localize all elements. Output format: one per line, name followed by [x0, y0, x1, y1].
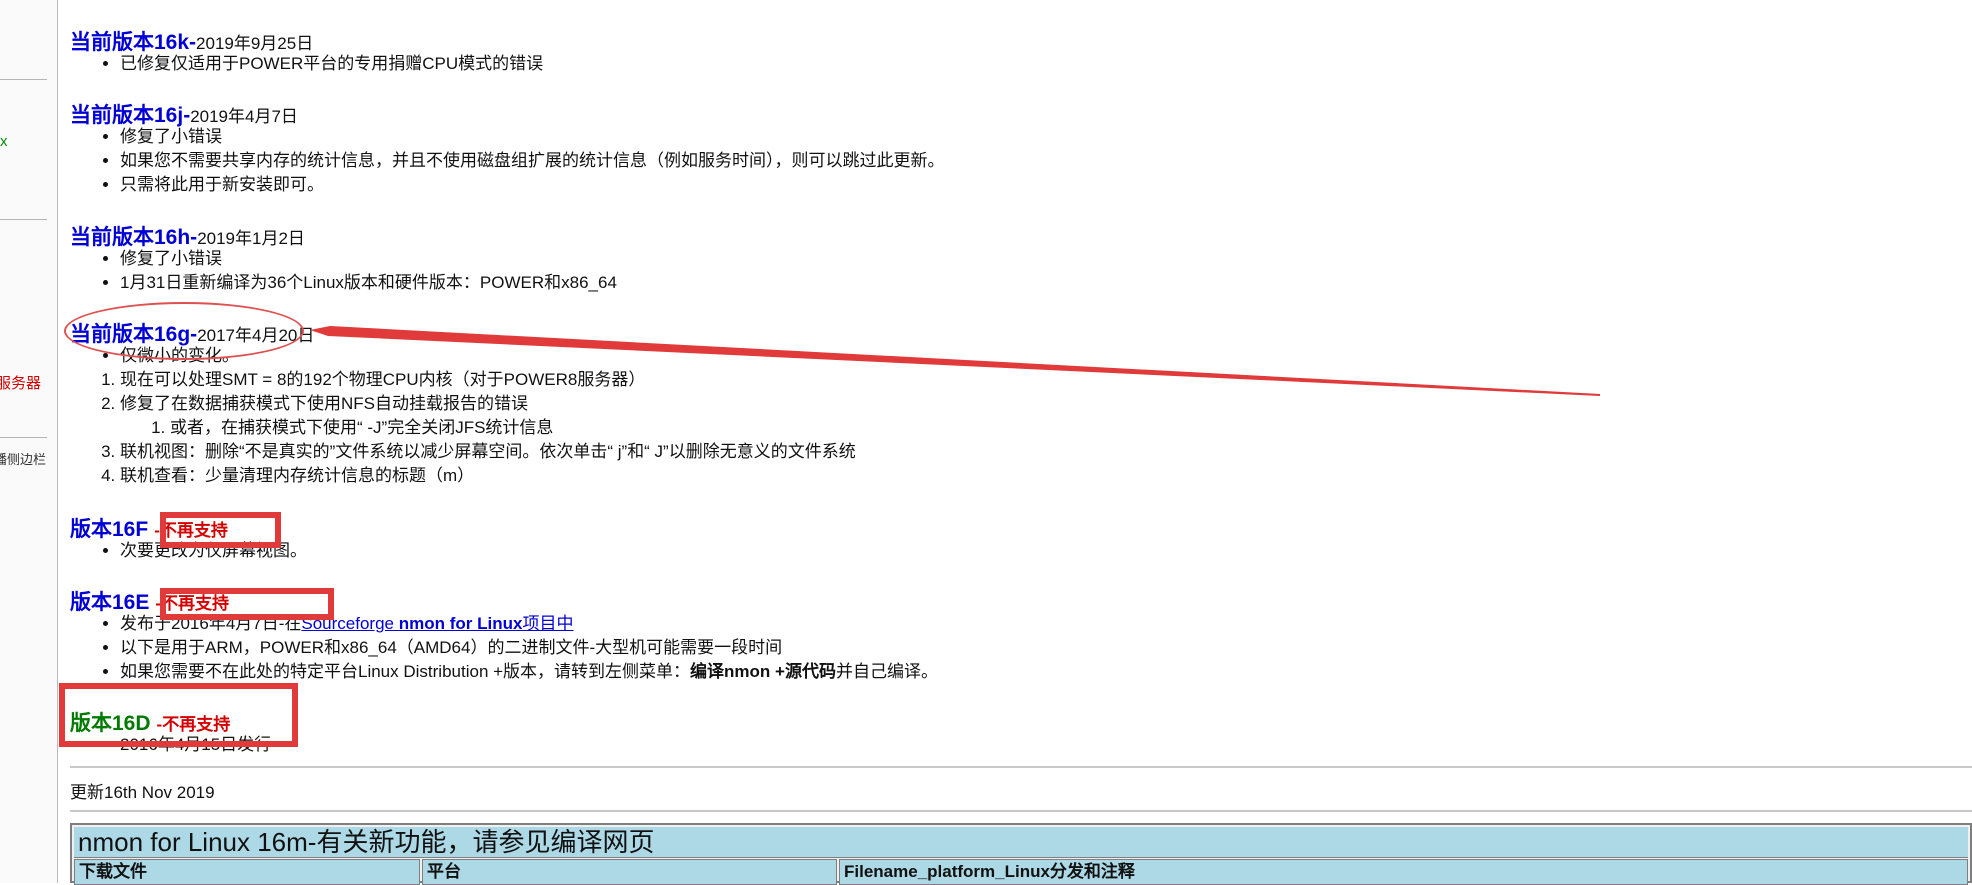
list-item: 已修复仅适用于POWER平台的专用捐赠CPU模式的错误	[120, 52, 543, 76]
list-item: 修复了在数据捕获模式下使用NFS自动挂载报告的错误	[120, 392, 645, 416]
list-item: 以下是用于ARM，POWER和x86_64（AMD64）的二进制文件-大型机可能…	[120, 636, 938, 660]
sidebar-collapse-link[interactable]: 播侧边栏	[0, 449, 50, 468]
list-item: 仅微小的变化。	[120, 344, 239, 368]
version-title: 当前版本16h-	[70, 226, 198, 249]
table-header-download: 下载文件	[74, 859, 420, 885]
version-subnotes-16g: 或者，在捕获模式下使用“ -J”完全关闭JFS统计信息	[70, 416, 553, 440]
table-header-platform: 平台	[422, 859, 837, 885]
unsupported-badge: -不再支持	[155, 594, 230, 613]
unsupported-badge: -不再支持	[156, 715, 231, 734]
link-bold-text: nmon for Linux	[398, 614, 523, 633]
version-date: 2019年9月25日	[196, 34, 314, 53]
version-notes-16j: 修复了小错误 如果您不需要共享内存的统计信息，并且不使用磁盘组扩展的统计信息（例…	[70, 125, 945, 197]
list-item: 或者，在捕获模式下使用“ -J”完全关闭JFS统计信息	[170, 416, 553, 440]
release-text: 发布于2016年4月7日-在	[120, 614, 302, 633]
list-item: 2016年4月15日发行	[120, 733, 271, 757]
updated-date: 更新16th Nov 2019	[70, 783, 215, 802]
table-caption: nmon for Linux 16m-有关新功能，请参见编译网页	[74, 827, 1968, 858]
sidebar-divider	[0, 79, 47, 80]
version-notes-16k: 已修复仅适用于POWER平台的专用捐赠CPU模式的错误	[70, 52, 543, 76]
version-numbered-notes-16g: 现在可以处理SMT = 8的192个物理CPU内核（对于POWER8服务器） 修…	[70, 368, 645, 416]
list-item: 次要更改为仅屏幕视图。	[120, 539, 307, 563]
version-notes-16h: 修复了小错误 1月31日重新编译为36个Linux版本和硬件版本：POWER和x…	[70, 247, 617, 295]
version-title: 当前版本16g-	[70, 323, 198, 346]
list-item: 1月31日重新编译为36个Linux版本和硬件版本：POWER和x86_64	[120, 271, 617, 295]
version-title: 版本16E	[70, 591, 150, 614]
divider	[70, 766, 1972, 768]
main-content: 当前版本16k-2019年9月25日 已修复仅适用于POWER平台的专用捐赠CP…	[70, 0, 1972, 883]
sourceforge-link[interactable]: Sourceforge nmon for Linux项目中	[301, 614, 573, 633]
left-sidebar: x 服务器 播侧边栏	[0, 0, 58, 883]
version-title: 版本16D	[70, 712, 151, 735]
sidebar-item-server[interactable]: 服务器	[0, 372, 52, 393]
list-item: 联机查看：少量清理内存统计信息的标题（m）	[120, 464, 856, 488]
list-item: 联机视图：删除“不是真实的”文件系统以减少屏幕空间。依次单击“ j”和“ J”以…	[120, 440, 856, 464]
version-notes-16d: 2016年4月15日发行	[70, 733, 271, 757]
link-suffix: 项目中	[522, 614, 574, 633]
version-notes-16f: 次要更改为仅屏幕视图。	[70, 539, 307, 563]
list-item: 修复了小错误	[120, 125, 945, 149]
sidebar-divider	[0, 219, 47, 220]
list-item: 发布于2016年4月7日-在Sourceforge nmon for Linux…	[120, 612, 938, 636]
version-numbered-notes-16g-cont: 联机视图：删除“不是真实的”文件系统以减少屏幕空间。依次单击“ j”和“ J”以…	[70, 440, 856, 488]
list-item: 修复了小错误	[120, 247, 617, 271]
divider	[70, 810, 1972, 812]
sidebar-divider	[0, 437, 47, 438]
download-table: nmon for Linux 16m-有关新功能，请参见编译网页 下载文件 平台…	[70, 823, 1972, 885]
unsupported-badge: -不再支持	[154, 521, 228, 540]
version-title: 当前版本16k-	[70, 31, 197, 54]
list-item: 只需将此用于新安装即可。	[120, 173, 945, 197]
sidebar-item-x[interactable]: x	[0, 133, 56, 150]
version-date: 2017年4月20日	[197, 326, 315, 345]
compile-menu-ref: 编译nmon +源代码	[690, 662, 836, 681]
list-item: 现在可以处理SMT = 8的192个物理CPU内核（对于POWER8服务器）	[120, 368, 645, 392]
version-title: 版本16F	[70, 518, 149, 541]
version-notes-16g: 仅微小的变化。	[70, 344, 239, 368]
version-notes-16e: 发布于2016年4月7日-在Sourceforge nmon for Linux…	[70, 612, 938, 684]
table-header-filename: Filename_platform_Linux分发和注释	[839, 859, 1968, 885]
list-item: 如果您不需要共享内存的统计信息，并且不使用磁盘组扩展的统计信息（例如服务时间），…	[120, 149, 945, 173]
version-date: 2019年4月7日	[190, 107, 298, 126]
link-text: Sourceforge	[301, 614, 395, 633]
version-title: 当前版本16j-	[70, 104, 191, 127]
list-item: 如果您需要不在此处的特定平台Linux Distribution +版本，请转到…	[120, 660, 938, 684]
version-date: 2019年1月2日	[197, 229, 305, 248]
compile-text: 如果您需要不在此处的特定平台Linux Distribution +版本，请转到…	[120, 662, 691, 681]
compile-suffix: 并自己编译。	[835, 662, 938, 681]
